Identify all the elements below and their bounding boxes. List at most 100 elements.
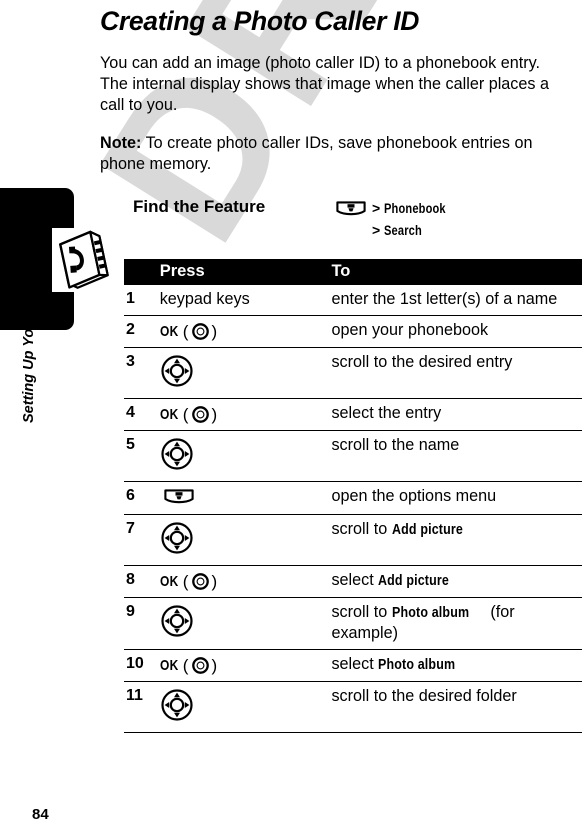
note-text: To create photo caller IDs, save phonebo…: [100, 134, 533, 174]
menu-term: Add picture: [391, 521, 463, 539]
table-row: 7 scroll to Add picture: [124, 514, 582, 567]
table-row: 1 keypad keys enter the 1st letter(s) of a…: [124, 285, 582, 317]
action-cell: select the entry: [330, 398, 582, 432]
step-number-text: 7: [126, 520, 135, 538]
ok-key-button[interactable]: OK(): [160, 320, 331, 342]
action-text: scroll to the desired entry: [331, 353, 513, 372]
table-row: 10 OK() select Photo album: [124, 649, 582, 683]
step-number: 10: [124, 649, 152, 683]
step-number-text: 1: [126, 290, 135, 308]
close-paren: ): [211, 655, 218, 675]
step-number: 8: [124, 565, 152, 599]
press-cell: OK(): [151, 649, 331, 683]
ok-key-label: OK: [159, 405, 179, 423]
menu-term: Photo album: [391, 604, 469, 622]
navigation-dpad-icon[interactable]: [160, 686, 331, 727]
action-cell: open your phonebook: [330, 315, 582, 349]
press-cell: [151, 481, 331, 516]
press-cell: [151, 681, 331, 734]
open-paren: (: [182, 404, 189, 424]
ok-key-button[interactable]: OK(): [160, 570, 331, 592]
action-cell: scroll to the desired entry: [330, 347, 582, 400]
action-cell: select Add picture: [330, 565, 582, 599]
action-text: open the options menu: [331, 487, 497, 506]
navigation-dpad-icon[interactable]: [160, 435, 331, 476]
step-number: 5: [124, 430, 152, 483]
step-number: 7: [124, 514, 152, 567]
action-cell: open the options menu: [330, 481, 582, 516]
close-paren: ): [211, 321, 218, 341]
content-column: Creating a Photo Caller ID You can add a…: [100, 0, 582, 734]
step-number: 6: [124, 481, 152, 516]
action-text: scroll to the name: [331, 436, 460, 455]
ok-key-label: OK: [159, 572, 179, 590]
press-cell: OK(): [151, 315, 331, 349]
step-number: 3: [124, 347, 152, 400]
find-the-feature: Find the Feature > Phonebook > Search: [100, 197, 582, 253]
center-select-ring-icon[interactable]: [190, 405, 211, 423]
navigation-dpad-icon[interactable]: [160, 602, 331, 643]
navigation-dpad-icon[interactable]: [160, 352, 331, 393]
action-text: scroll to: [331, 520, 392, 539]
step-number-text: 2: [126, 321, 135, 339]
intro-paragraph: You can add an image (photo caller ID) t…: [100, 54, 549, 115]
open-paren: (: [182, 571, 189, 591]
path-separator: >: [372, 222, 381, 239]
step-number-text: 3: [126, 353, 135, 371]
close-paren: ): [211, 571, 218, 591]
step-number: 9: [124, 597, 152, 651]
menu-softkey-icon[interactable]: [336, 200, 372, 216]
menu-softkey-icon[interactable]: [160, 486, 331, 509]
open-paren: (: [182, 655, 189, 675]
page-title: Creating a Photo Caller ID: [100, 6, 420, 36]
step-number: 2: [124, 315, 152, 349]
feature-path-line-1: > Phonebook: [336, 197, 460, 219]
ok-key-button[interactable]: OK(): [160, 403, 331, 425]
press-cell: [151, 347, 331, 400]
note-label: Note:: [100, 134, 142, 153]
ok-key-label: OK: [159, 656, 179, 674]
ok-key-button[interactable]: OK(): [160, 654, 331, 676]
action-text: enter the 1st letter(s) of a name: [331, 290, 558, 309]
press-cell: [151, 514, 331, 567]
ok-key-label: OK: [159, 322, 179, 340]
step-number-text: 9: [126, 603, 135, 621]
step-number-text: 11: [126, 687, 143, 705]
path-term-search: Search: [384, 222, 423, 238]
action-text: scroll to the desired folder: [331, 687, 517, 706]
action-text: select: [331, 655, 379, 674]
action-cell: scroll to the desired folder: [330, 681, 582, 734]
step-number-text: 8: [126, 571, 135, 589]
path-term-phonebook: Phonebook: [384, 200, 446, 216]
step-number-text: 4: [126, 404, 135, 422]
action-text: open your phonebook: [331, 321, 489, 340]
center-select-ring-icon[interactable]: [190, 572, 211, 590]
header-press: Press: [151, 259, 331, 286]
center-select-ring-icon[interactable]: [190, 322, 211, 340]
close-paren: ): [211, 404, 218, 424]
table-row: 5 scroll to the name: [124, 430, 582, 483]
action-text: select: [331, 571, 379, 590]
action-cell: select Photo album: [330, 649, 582, 683]
action-cell: enter the 1st letter(s) of a name: [330, 285, 582, 317]
note-paragraph: Note: To create photo caller IDs, save p…: [100, 133, 560, 175]
action-cell: scroll to the name: [330, 430, 582, 483]
press-cell: [151, 430, 331, 483]
header-to: To: [330, 259, 582, 286]
menu-term: Photo album: [378, 656, 456, 674]
press-cell: keypad keys: [151, 285, 331, 317]
steps-table-body: Press To 1 keypad keys enter the 1st lette…: [124, 259, 582, 734]
press-cell: [151, 597, 331, 651]
step-number-text: 6: [126, 487, 135, 505]
step-number: 4: [124, 398, 152, 432]
navigation-dpad-icon[interactable]: [160, 519, 331, 560]
press-cell: OK(): [151, 565, 331, 599]
table-row: 3 scroll to the desired entry: [124, 347, 582, 400]
feature-path-line-2: > Search: [336, 219, 460, 241]
menu-term: Add picture: [378, 572, 450, 590]
table-header-row: Press To: [124, 259, 582, 286]
page-number: 84: [32, 806, 49, 823]
action-cell: scroll to Photo album (for example): [330, 597, 582, 651]
center-select-ring-icon[interactable]: [190, 656, 211, 674]
manual-page: DRAFT: [0, 0, 582, 838]
